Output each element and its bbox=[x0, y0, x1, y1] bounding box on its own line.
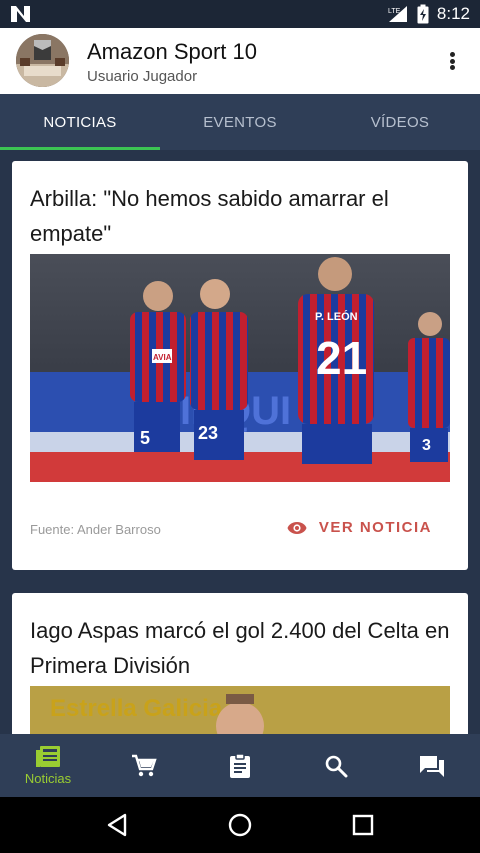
battery-icon bbox=[417, 4, 429, 24]
clipboard-icon bbox=[230, 752, 250, 778]
news-card[interactable]: Iago Aspas marcó el gol 2.400 del Celta … bbox=[12, 593, 468, 734]
news-image[interactable]: INQUI 5 AVIA 23 P. LEÓN 21 bbox=[30, 254, 450, 482]
app-subtitle: Usuario Jugador bbox=[87, 68, 198, 85]
football-players-photo: INQUI 5 AVIA 23 P. LEÓN 21 bbox=[30, 254, 450, 482]
recents-square-icon bbox=[352, 814, 373, 836]
jersey-number: 5 bbox=[140, 428, 150, 448]
notification-n-icon bbox=[11, 6, 30, 22]
avatar[interactable] bbox=[16, 34, 69, 87]
news-icon bbox=[36, 746, 60, 767]
app-header: Amazon Sport 10 Usuario Jugador bbox=[0, 28, 480, 94]
search-icon bbox=[325, 755, 348, 777]
jersey-number: 23 bbox=[198, 423, 218, 443]
home-circle-icon bbox=[228, 813, 252, 837]
news-list[interactable]: Arbilla: "No hemos sabido amarrar el emp… bbox=[0, 150, 480, 734]
nav-tienda[interactable] bbox=[96, 734, 192, 797]
chat-icon bbox=[420, 755, 444, 777]
news-source: Fuente: Ander Barroso bbox=[30, 522, 161, 537]
tab-videos[interactable]: VÍDEOS bbox=[320, 94, 480, 150]
news-title[interactable]: Iago Aspas marcó el gol 2.400 del Celta … bbox=[30, 613, 450, 683]
signal-icon: LTE bbox=[388, 6, 407, 22]
network-label: LTE bbox=[388, 8, 401, 15]
tab-bar: NOTICIAS EVENTOS VÍDEOS bbox=[0, 94, 480, 150]
nav-clipboard[interactable] bbox=[192, 734, 288, 797]
news-card[interactable]: Arbilla: "No hemos sabido amarrar el emp… bbox=[12, 161, 468, 570]
cart-icon bbox=[132, 754, 157, 776]
recents-button[interactable] bbox=[343, 805, 383, 845]
more-vert-icon[interactable] bbox=[442, 48, 462, 74]
status-bar: LTE 8:12 bbox=[0, 0, 480, 28]
app-title: Amazon Sport 10 bbox=[87, 39, 257, 64]
nav-noticias[interactable]: Noticias bbox=[0, 734, 96, 797]
bottom-navigation: Noticias bbox=[0, 734, 480, 797]
news-image[interactable]: Estrella Galicia bbox=[30, 686, 450, 734]
sponsor-banner: Estrella Galicia bbox=[50, 695, 223, 722]
back-button[interactable] bbox=[97, 805, 137, 845]
nav-chat[interactable] bbox=[384, 734, 480, 797]
nav-search[interactable] bbox=[288, 734, 384, 797]
eye-icon bbox=[287, 521, 307, 534]
ver-noticia-label: VER NOTICIA bbox=[318, 519, 432, 536]
jersey-number: 21 bbox=[316, 332, 367, 384]
sponsor-label: AVIA bbox=[153, 353, 172, 362]
tab-eventos[interactable]: EVENTOS bbox=[160, 94, 320, 150]
nav-noticias-label: Noticias bbox=[24, 771, 72, 786]
football-player-photo: Estrella Galicia bbox=[30, 686, 450, 734]
tab-noticias[interactable]: NOTICIAS bbox=[0, 94, 160, 150]
back-triangle-icon bbox=[108, 813, 127, 837]
ver-noticia-button[interactable]: VER NOTICIA bbox=[287, 519, 432, 536]
home-button[interactable] bbox=[220, 805, 260, 845]
system-navigation-bar bbox=[0, 797, 480, 853]
news-title[interactable]: Arbilla: "No hemos sabido amarrar el emp… bbox=[30, 181, 450, 251]
status-time: 8:12 bbox=[436, 4, 470, 23]
player-name: P. LEÓN bbox=[315, 310, 358, 323]
jersey-number: 3 bbox=[422, 437, 431, 454]
club-photo-icon bbox=[16, 34, 69, 87]
